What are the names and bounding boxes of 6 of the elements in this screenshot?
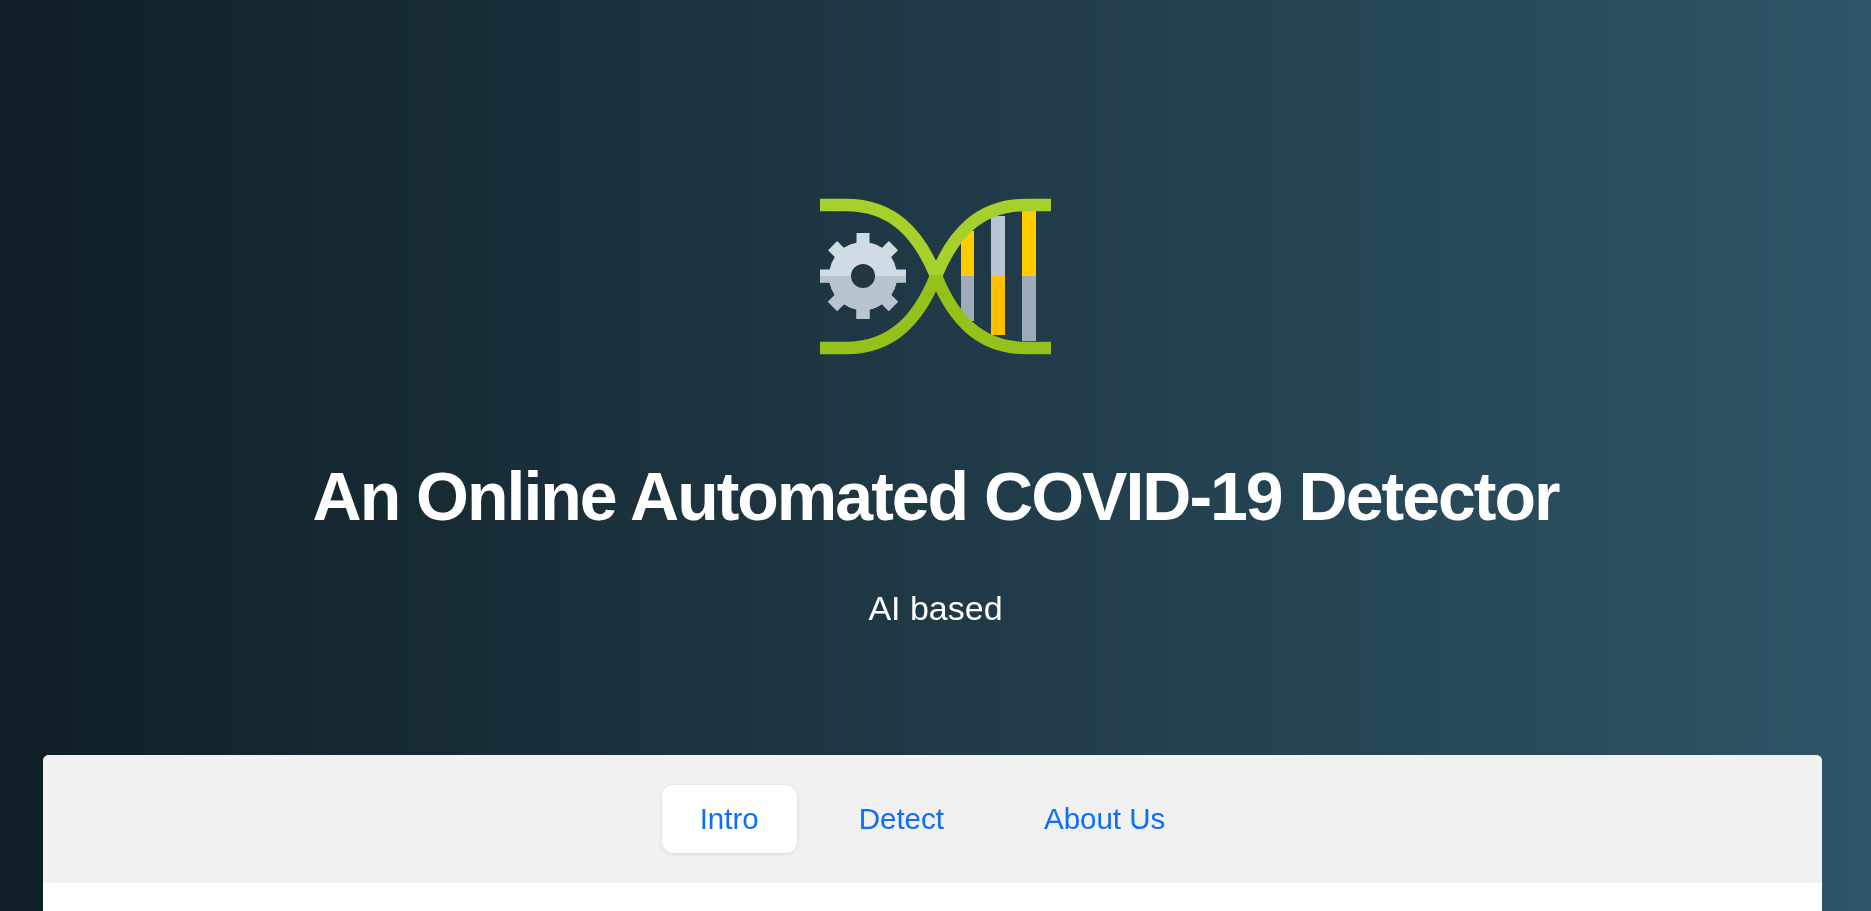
dna-gear-icon <box>819 198 1052 356</box>
page-subtitle: AI based <box>868 588 1003 628</box>
nav-tab[interactable]: Detect <box>820 785 982 853</box>
nav-tab[interactable]: Intro <box>661 785 797 853</box>
nav-tab[interactable]: About Us <box>1005 785 1204 853</box>
page-title: An Online Automated COVID-19 Detector <box>312 457 1559 536</box>
